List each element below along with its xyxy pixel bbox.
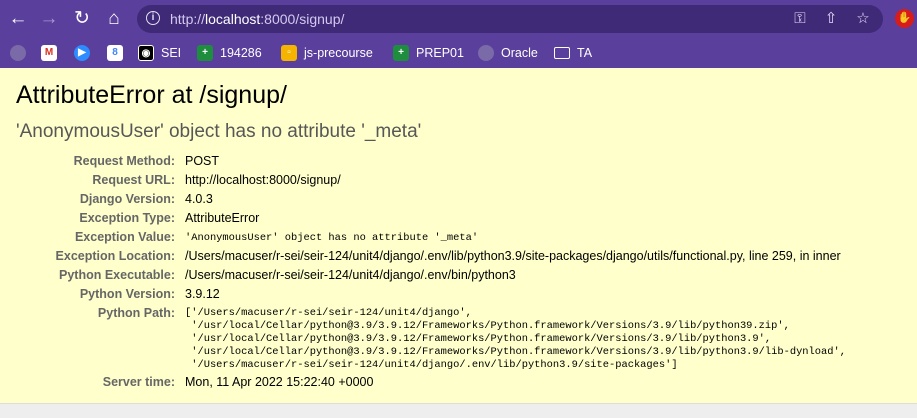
python-path-line: ['/Users/macuser/r-sei/seir-124/unit4/dj… — [185, 307, 472, 319]
bookmark-label: js-precourse — [304, 46, 373, 60]
bookmark-item[interactable]: M — [41, 43, 64, 63]
globe-icon — [10, 45, 26, 61]
python-path-line: '/usr/local/Cellar/python@3.9/3.9.12/Fra… — [185, 320, 790, 332]
folder-note-icon: ▫ — [281, 45, 297, 61]
meta-key: Server time: — [102, 375, 175, 389]
bookmark-label: PREP01 — [416, 46, 464, 60]
calendar-icon: 8 — [107, 45, 123, 61]
home-icon[interactable]: ⌂ — [102, 7, 126, 31]
python-path-list: ['/Users/macuser/r-sei/seir-124/unit4/dj… — [185, 307, 846, 372]
meta-key: Python Executable: — [59, 268, 175, 282]
zoom-icon: ▶ — [74, 45, 90, 61]
traceback-section-edge — [0, 403, 917, 418]
folder-icon — [554, 47, 570, 59]
bookmark-label: TA — [577, 46, 593, 60]
bookmark-item-js-precourse[interactable]: ▫ js-precourse — [281, 43, 373, 63]
bookmark-item-oracle[interactable]: Oracle — [478, 43, 538, 63]
meta-value: /Users/macuser/r-sei/seir-124/unit4/djan… — [185, 268, 516, 282]
meta-key: Request URL: — [92, 173, 175, 187]
extension-icon[interactable]: ✋ — [895, 9, 914, 28]
meta-value: POST — [185, 154, 220, 168]
meta-value: Mon, 11 Apr 2022 15:22:40 +0000 — [185, 375, 374, 389]
gmail-icon: M — [41, 45, 57, 61]
meta-value: 3.9.12 — [185, 287, 220, 301]
star-icon[interactable]: ☆ — [853, 9, 873, 29]
bookmark-item-prep01[interactable]: + PREP01 — [393, 43, 464, 63]
back-icon[interactable]: ← — [6, 7, 30, 31]
meta-key: Exception Type: — [79, 211, 175, 225]
page-title: AttributeError at /signup/ — [16, 81, 287, 109]
python-path-line: '/Users/macuser/r-sei/seir-124/unit4/dja… — [185, 359, 678, 371]
python-path-line: '/usr/local/Cellar/python@3.9/3.9.12/Fra… — [185, 333, 772, 345]
python-path-line: '/usr/local/Cellar/python@3.9/3.9.12/Fra… — [185, 346, 846, 358]
bookmark-item-194286[interactable]: +194286 — [197, 43, 262, 63]
bookmark-item[interactable] — [10, 43, 33, 63]
error-message: 'AnonymousUser' object has no attribute … — [16, 121, 422, 142]
bookmark-item-sei[interactable]: ◉ SEI — [138, 43, 181, 63]
bookmark-item-ta[interactable]: TA — [554, 43, 592, 63]
meta-value: /Users/macuser/r-sei/seir-124/unit4/djan… — [185, 249, 841, 263]
address-bar[interactable]: i http://localhost:8000/signup/ ⚿ ⇧ ☆ — [137, 5, 883, 33]
meta-key: Exception Value: — [74, 230, 175, 244]
meta-key: Python Version: — [79, 287, 175, 301]
meta-value: http://localhost:8000/signup/ — [185, 173, 341, 187]
reload-icon[interactable]: ↻ — [70, 7, 94, 31]
meta-value: AttributeError — [185, 211, 260, 225]
plus-icon: + — [393, 45, 409, 61]
info-icon[interactable]: i — [146, 11, 160, 25]
bookmark-label: Oracle — [501, 46, 538, 60]
meta-key: Python Path: — [97, 306, 175, 320]
bookmarks-bar: M ▶ 8 ◉ SEI +194286 ▫ js-precourse + PREP01… — [0, 38, 917, 68]
bookmark-label: SEI — [161, 46, 182, 60]
browser-toolbar: ← → ↻ ⌂ i http://localhost:8000/signup/ … — [0, 0, 917, 38]
url-text: http://localhost:8000/signup/ — [170, 11, 345, 27]
sei-icon: ◉ — [138, 45, 154, 61]
meta-key: Request Method: — [73, 154, 175, 168]
meta-key: Django Version: — [79, 192, 175, 206]
meta-value: 4.0.3 — [185, 192, 213, 206]
share-icon[interactable]: ⇧ — [821, 9, 841, 29]
bookmark-item[interactable]: 8 — [107, 43, 130, 63]
bookmark-item[interactable]: ▶ — [74, 43, 97, 63]
key-icon[interactable]: ⚿ — [790, 9, 810, 29]
forward-icon[interactable]: → — [37, 7, 61, 31]
globe-icon — [478, 45, 494, 61]
meta-key: Exception Location: — [55, 249, 175, 263]
error-summary: AttributeError at /signup/ 'AnonymousUse… — [0, 68, 917, 403]
bookmark-label: 194286 — [220, 46, 262, 60]
plus-icon: + — [197, 45, 213, 61]
meta-value: 'AnonymousUser' object has no attribute … — [185, 232, 479, 244]
